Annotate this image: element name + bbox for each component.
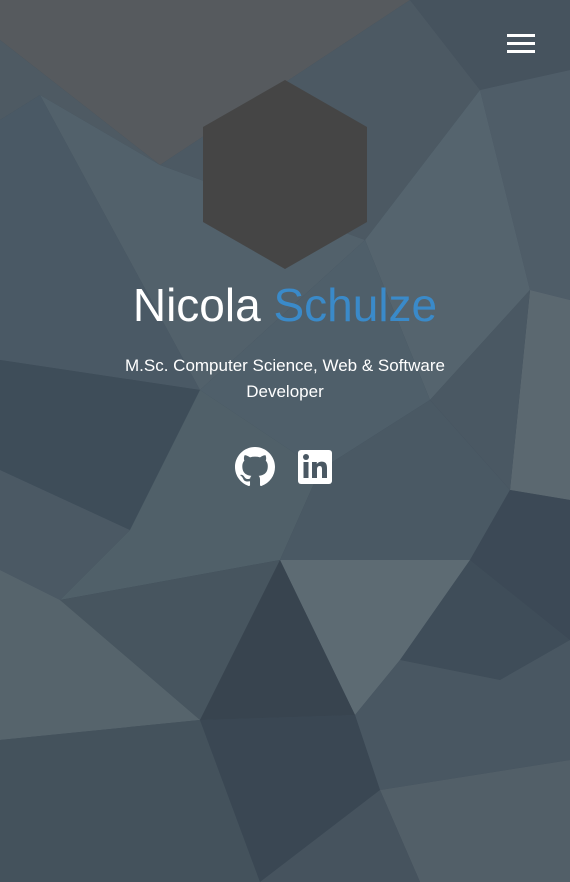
first-name: Nicola xyxy=(132,279,261,331)
profile-name: Nicola Schulze xyxy=(0,277,570,333)
hamburger-menu-icon xyxy=(507,34,535,37)
github-icon xyxy=(235,447,275,487)
menu-button[interactable] xyxy=(503,32,539,58)
avatar-hexagon xyxy=(203,80,367,269)
page: Nicola Schulze M.Sc. Computer Science, W… xyxy=(0,0,570,882)
linkedin-icon xyxy=(298,450,332,484)
github-link[interactable] xyxy=(235,446,275,488)
linkedin-link[interactable] xyxy=(295,446,335,488)
profile-subtitle: M.Sc. Computer Science, Web & Software D… xyxy=(125,356,445,401)
social-links xyxy=(0,446,570,490)
last-name: Schulze xyxy=(273,279,438,331)
